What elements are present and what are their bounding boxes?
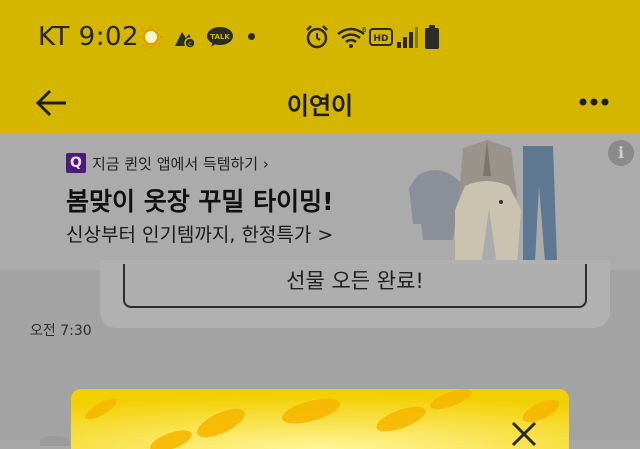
- queenit-logo: Q: [66, 153, 86, 173]
- clothing-image: [409, 140, 557, 266]
- status-bar: KT 9:02 c TALK 6 HD: [0, 0, 640, 74]
- ad-caption[interactable]: 지금 퀸잇 앱에서 득템하기 ›: [92, 153, 269, 174]
- close-x-icon[interactable]: [509, 419, 539, 449]
- message-timestamp: 오전 7:30: [30, 323, 92, 339]
- weather-sun-icon: [139, 25, 163, 49]
- chat-header: 이연이: [0, 74, 640, 134]
- chat-title: 이연이: [286, 92, 354, 120]
- more-dots-icon[interactable]: [578, 94, 610, 110]
- ad-banner[interactable]: Q 지금 퀸잇 앱에서 득템하기 › 봄맞이 옷장 꾸밀 타이밍! 신상부터 인…: [0, 134, 640, 270]
- promo-popup: [71, 389, 569, 449]
- hd-icon: HD: [369, 28, 393, 46]
- battery-icon: [425, 25, 439, 49]
- notification-dot: [248, 33, 255, 40]
- avatar: [40, 436, 70, 446]
- svg-text:HD: HD: [373, 34, 388, 44]
- svg-text:6: 6: [362, 26, 366, 34]
- coin-background: [71, 389, 569, 449]
- kakaotalk-icon: TALK: [207, 27, 233, 47]
- signal-icon: [397, 27, 418, 48]
- gift-button[interactable]: 선물 오든 완료!: [123, 264, 587, 308]
- camera-icon: c: [175, 32, 196, 49]
- ad-info-icon[interactable]: i: [608, 140, 634, 166]
- ad-headline[interactable]: 봄맞이 옷장 꾸밀 타이밍!: [66, 182, 334, 218]
- svg-text:c: c: [188, 40, 192, 48]
- alarm-icon: [306, 25, 328, 49]
- svg-text:TALK: TALK: [210, 33, 230, 41]
- carrier-time: KT 9:02: [38, 22, 140, 52]
- ad-subline[interactable]: 신상부터 인기템까지, 한정특가 >: [66, 220, 333, 247]
- wifi-icon: 6: [337, 26, 366, 48]
